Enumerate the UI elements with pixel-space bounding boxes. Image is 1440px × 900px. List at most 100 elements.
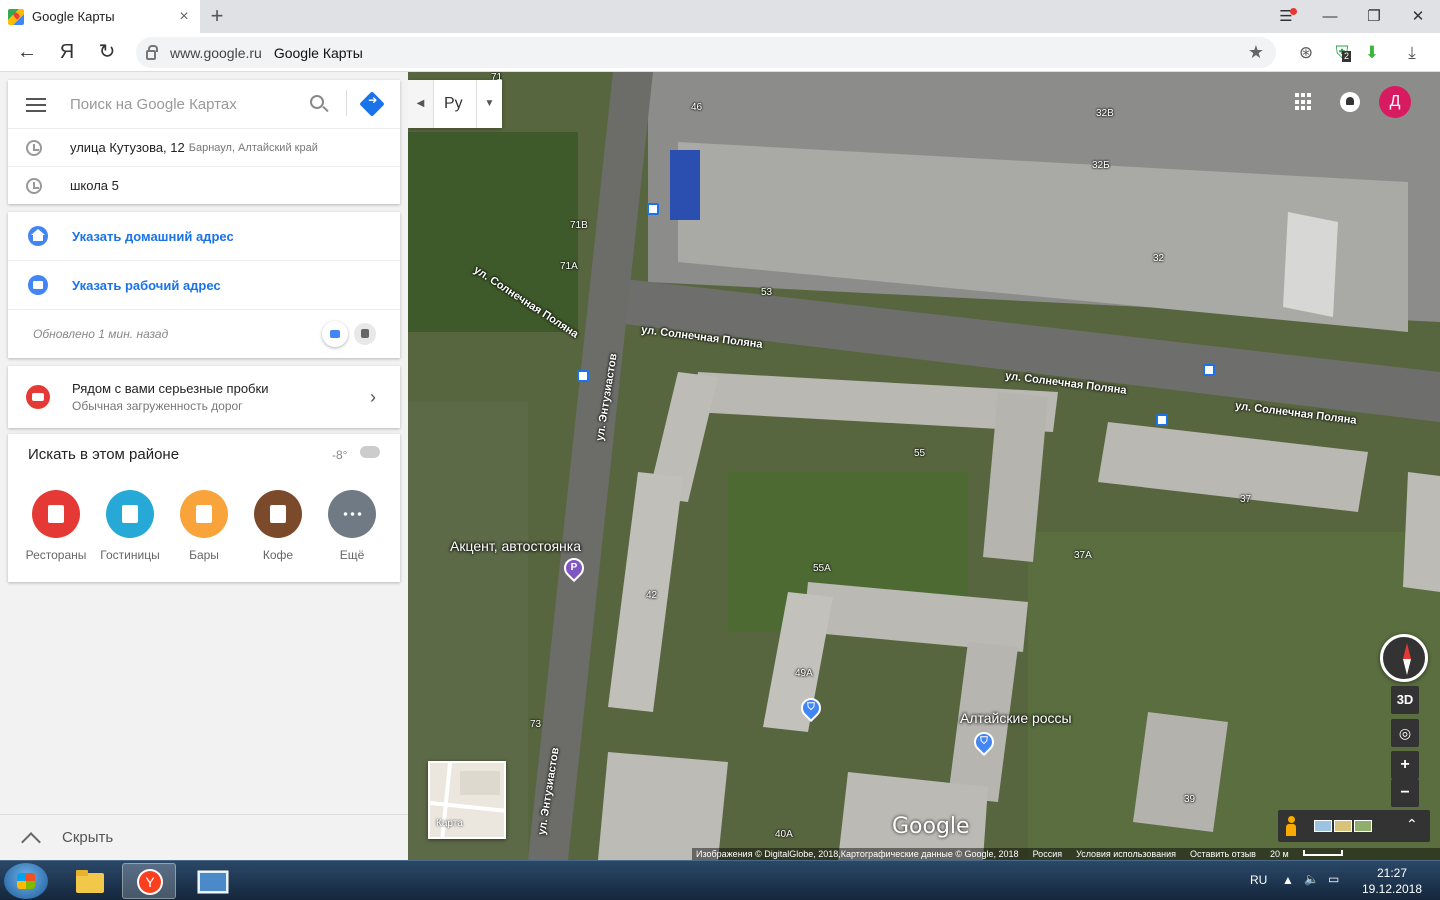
zoom-out-button[interactable]: − — [1391, 779, 1419, 807]
browser-tab[interactable]: Google Карты × — [0, 0, 200, 33]
set-home-address[interactable]: Указать домашний адрес — [8, 212, 400, 261]
traffic-card[interactable]: Рядом с вами серьезные пробки Обычная за… — [8, 366, 400, 428]
volume-icon[interactable]: 🔈 — [1304, 872, 1319, 886]
category-hotels[interactable]: Гостиницы — [93, 490, 167, 562]
transit-mode-icon[interactable] — [354, 323, 376, 345]
bookmark-star-icon[interactable]: ★ — [1248, 42, 1264, 63]
tab-close-icon[interactable]: × — [174, 8, 194, 26]
updated-text: Обновлено 1 мин. назад — [33, 327, 169, 341]
category-coffee[interactable]: Кофе — [241, 490, 315, 562]
category-label: Бары — [189, 548, 219, 562]
map-canvas[interactable]: 71 46 32В 32Б 71В 71А 53 32 55 37 37А 55… — [408, 72, 1440, 860]
url-page-title: Google Карты — [273, 44, 363, 61]
yandex-browser-taskbar-icon[interactable]: Y — [122, 863, 176, 899]
browser-toolbar: ← Я ↻ www.google.ru Google Карты ★ ⊛ ⛨2 … — [0, 33, 1440, 72]
layer-thumb-icon[interactable] — [1334, 820, 1352, 832]
chevron-down-icon[interactable]: ▼ — [476, 80, 502, 128]
poi-label[interactable]: Акцент, автостоянка — [450, 538, 581, 554]
house-number: 37А — [1074, 550, 1092, 561]
download-extension-icon[interactable]: ⬇ — [1360, 41, 1384, 65]
feedback-link[interactable]: Оставить отзыв — [1190, 848, 1256, 860]
chevron-up-icon[interactable]: ⌃ — [1406, 816, 1418, 833]
new-tab-button[interactable]: + — [206, 3, 228, 29]
apps-grid-icon[interactable] — [1295, 93, 1313, 111]
search-card: улица Кутузова, 12 Барнаул, Алтайский кр… — [8, 80, 400, 204]
bus-stop-icon[interactable] — [1203, 364, 1215, 376]
bus-stop-icon[interactable] — [577, 370, 589, 382]
restore-icon[interactable]: ❐ — [1352, 0, 1396, 33]
compass-icon[interactable] — [1380, 634, 1428, 682]
yandex-icon[interactable]: Я — [52, 37, 82, 67]
car-mode-icon[interactable] — [322, 321, 348, 347]
zoom-in-button[interactable]: + — [1391, 751, 1419, 779]
history-sub: Барнаул, Алтайский край — [188, 141, 318, 154]
commute-status: Обновлено 1 мин. назад — [8, 310, 400, 358]
collapse-panel-icon[interactable]: ◀ — [408, 80, 434, 128]
close-window-icon[interactable]: ✕ — [1396, 0, 1440, 33]
language-selector[interactable]: ◀ Ру ▼ — [408, 80, 502, 128]
house-number: 37 — [1240, 494, 1252, 505]
country-link[interactable]: Россия — [1033, 848, 1063, 860]
downloads-icon[interactable]: ⤓ — [1400, 41, 1424, 65]
clock[interactable]: 21:27 19.12.2018 — [1356, 865, 1428, 897]
category-label: Ещё — [339, 548, 365, 562]
house-number: 71В — [570, 220, 588, 231]
my-location-icon[interactable]: ◎ — [1391, 719, 1419, 747]
poi-label[interactable]: Алтайские россы — [960, 710, 1072, 726]
category-bars[interactable]: Бары — [167, 490, 241, 562]
back-icon[interactable]: ← — [12, 37, 42, 67]
network-icon[interactable]: ▭ — [1328, 872, 1339, 886]
more-dots-icon — [328, 490, 376, 538]
house-number: 73 — [530, 719, 542, 730]
history-item[interactable]: улица Кутузова, 12 Барнаул, Алтайский кр… — [8, 128, 400, 166]
terms-link[interactable]: Условия использования — [1076, 848, 1176, 860]
pin-glyph: P — [570, 562, 578, 573]
start-button[interactable] — [4, 863, 48, 899]
explorer-taskbar-icon[interactable] — [62, 863, 116, 899]
notifications-icon[interactable] — [1340, 92, 1360, 112]
category-more[interactable]: Ещё — [315, 490, 389, 562]
minimize-icon[interactable]: — — [1308, 0, 1352, 33]
work-label: Указать рабочий адрес — [72, 277, 221, 293]
history-main: улица Кутузова, 12 — [70, 140, 185, 155]
pegman-icon[interactable] — [1286, 816, 1296, 836]
avatar[interactable]: Д — [1379, 86, 1411, 118]
bus-stop-icon[interactable] — [647, 203, 659, 215]
temperature: -8° — [332, 448, 348, 462]
address-bar[interactable]: www.google.ru Google Карты ★ — [136, 37, 1276, 68]
house-number: 39 — [1184, 794, 1196, 805]
chevron-right-icon: › — [370, 386, 376, 407]
layer-thumb-icon[interactable] — [1314, 820, 1332, 832]
category-label: Кофе — [262, 548, 294, 562]
sidebar: улица Кутузова, 12 Барнаул, Алтайский кр… — [0, 72, 408, 860]
shield-extension-icon[interactable]: ⛨2 — [1330, 41, 1354, 65]
extension-badge: 2 — [1342, 51, 1352, 62]
category-label: Гостиницы — [100, 548, 160, 562]
house-number: 32Б — [1092, 160, 1110, 171]
scale-label[interactable]: 20 м — [1270, 848, 1289, 860]
search-input[interactable] — [70, 90, 300, 118]
photo-viewer-taskbar-icon[interactable] — [186, 863, 240, 899]
browser-menu-icon[interactable]: ☰ — [1264, 0, 1308, 33]
3d-button[interactable]: 3D — [1391, 686, 1419, 714]
folder-icon — [76, 870, 104, 893]
attribution-bar: Изображения © DigitalGlobe, 2018,Картогр… — [692, 848, 1440, 860]
input-language[interactable]: RU — [1250, 873, 1267, 887]
incognito-extension-icon[interactable]: ⊛ — [1294, 41, 1318, 65]
set-work-address[interactable]: Указать рабочий адрес — [8, 261, 400, 310]
minimap-label: Карта — [436, 818, 463, 829]
house-number: 71А — [560, 261, 578, 272]
history-item[interactable]: школа 5 — [8, 166, 400, 204]
bus-stop-icon[interactable] — [1156, 414, 1168, 426]
category-restaurants[interactable]: Рестораны — [19, 490, 93, 562]
map-type-toggle[interactable]: Карта — [428, 761, 506, 839]
google-logo: Google — [892, 814, 970, 839]
hide-panel-button[interactable]: Скрыть — [0, 814, 408, 860]
briefcase-icon — [28, 275, 48, 295]
reload-icon[interactable]: ↻ — [92, 37, 122, 67]
search-icon[interactable] — [310, 95, 324, 109]
layer-thumb-icon[interactable] — [1354, 820, 1372, 832]
tray-expand-icon[interactable]: ▲ — [1282, 873, 1294, 887]
menu-icon[interactable] — [26, 98, 46, 112]
directions-icon[interactable] — [359, 91, 385, 117]
